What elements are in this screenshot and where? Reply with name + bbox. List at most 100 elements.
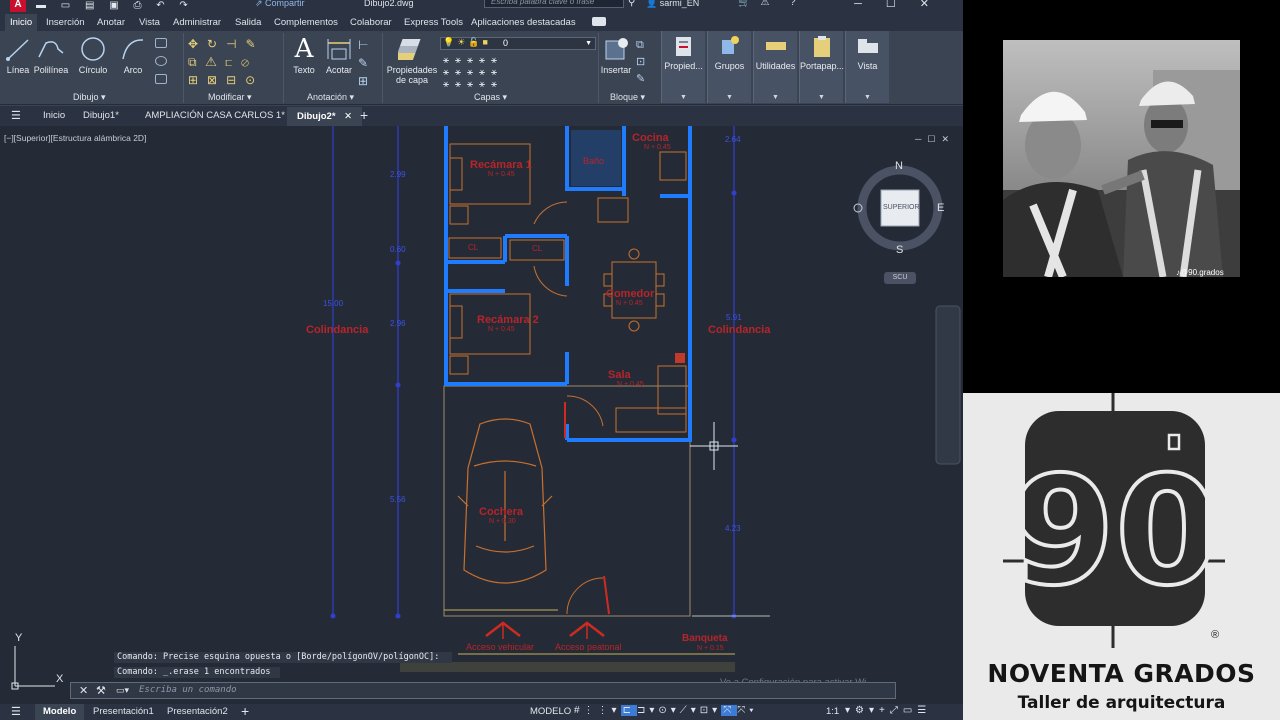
properties-label: Propied... bbox=[664, 61, 703, 71]
command-prompt-icon[interactable]: ▭▾ bbox=[116, 685, 129, 696]
window-controls[interactable]: ─☐✕ bbox=[854, 0, 953, 10]
groups-button[interactable]: Grupos ▼ bbox=[707, 31, 751, 103]
dim-left-3: 2.96 bbox=[390, 319, 406, 328]
ribbon-tab-complementos[interactable]: Complementos bbox=[274, 17, 338, 28]
command-line[interactable]: ✕ ⚒ ▭▾ Escriba un comando bbox=[70, 682, 896, 699]
file-tab-ampliacion[interactable]: AMPLIACIÓN CASA CARLOS 1* bbox=[145, 110, 285, 121]
drafting-toggles[interactable]: #⋮⋮▾ ⊏ ⊐▾⊙▾⟋▾⊡▾ ⤧ ⤧▾ bbox=[574, 705, 757, 716]
tab-presentacion2[interactable]: Presentación2 bbox=[167, 706, 228, 717]
hatch-icon[interactable] bbox=[155, 74, 167, 84]
panel-title-bloque[interactable]: Bloque ▾ bbox=[610, 92, 645, 103]
user-account[interactable]: 👤 sarmi_EN bbox=[646, 0, 699, 9]
ribbon-tab-vista[interactable]: Vista bbox=[139, 17, 160, 28]
text-label: Texto bbox=[293, 65, 315, 75]
viewcube[interactable] bbox=[853, 165, 943, 284]
quick-access-toolbar[interactable]: ▬ ▭ ▤ ▣ ⎙ ↶ ↷ bbox=[36, 0, 194, 11]
social-handle: ♪@90.grados bbox=[1176, 268, 1224, 277]
annotation-scale[interactable]: 1:1 bbox=[826, 706, 839, 717]
ribbon-tab-insercion[interactable]: Inserción bbox=[46, 17, 85, 28]
photo-image bbox=[1003, 40, 1240, 277]
panel-title-modificar[interactable]: Modificar ▾ bbox=[208, 92, 252, 103]
dim-total: 15.00 bbox=[323, 299, 344, 308]
layer-state-icons[interactable]: 💡☀🔓■ bbox=[443, 37, 491, 48]
properties-button[interactable]: Propied... ▼ bbox=[661, 31, 705, 103]
line-tool[interactable]: Línea bbox=[4, 35, 32, 75]
crosshair-cursor bbox=[690, 422, 738, 470]
search-input[interactable]: Escriba palabra clave o frase bbox=[484, 0, 624, 8]
ribbon-tab-express-tools[interactable]: Express Tools bbox=[404, 17, 463, 28]
separator bbox=[283, 33, 284, 103]
capas-title-label: Capas bbox=[474, 92, 501, 102]
model-space-toggle[interactable]: MODELO bbox=[530, 706, 571, 717]
brand-name: NOVENTA GRADOS bbox=[987, 659, 1256, 688]
annotation-small-tools[interactable]: ⊢ ✎ ⊞ bbox=[358, 36, 368, 90]
ribbon-tab-administrar[interactable]: Administrar bbox=[173, 17, 221, 28]
ribbon-tab-anotar[interactable]: Anotar bbox=[97, 17, 125, 28]
search-icon[interactable]: ⚲ bbox=[628, 0, 635, 8]
drawing-canvas[interactable]: [−][Superior][Estructura alámbrica 2D] ─… bbox=[0, 126, 963, 704]
dim-left-4: 5.56 bbox=[390, 495, 406, 504]
command-input[interactable]: Escriba un comando bbox=[139, 685, 237, 695]
viewcube-east[interactable]: E bbox=[937, 202, 944, 214]
ribbon-toggle-icon[interactable] bbox=[592, 17, 606, 26]
rectangle-icon[interactable] bbox=[155, 38, 167, 48]
text-tool[interactable]: A Texto bbox=[290, 35, 318, 75]
utilities-button[interactable]: Utilidades ▼ bbox=[753, 31, 797, 103]
floor-plan bbox=[11, 126, 961, 690]
ucs-menu[interactable]: SCU bbox=[884, 274, 916, 281]
room-name-cochera: Cochera bbox=[479, 506, 524, 518]
arc-tool[interactable]: Arco bbox=[118, 35, 148, 75]
block-small-tools[interactable]: ⧉ ⊡ ✎ bbox=[636, 37, 645, 88]
polyline-tool[interactable]: Polilínea bbox=[33, 35, 69, 75]
dimension-tool[interactable]: Acotar bbox=[323, 35, 355, 75]
wrench-icon[interactable]: ⚒ bbox=[96, 684, 106, 697]
file-tab-dibujo2[interactable]: Dibujo2* ✕ bbox=[287, 107, 363, 126]
ucs-icon bbox=[11, 646, 55, 690]
ribbon-tab-colaborar[interactable]: Colaborar bbox=[350, 17, 392, 28]
file-tab-inicio[interactable]: Inicio bbox=[43, 110, 65, 121]
polyline-label: Polilínea bbox=[33, 65, 69, 75]
clipboard-label: Portapap... bbox=[800, 61, 845, 71]
close-icon[interactable]: ✕ bbox=[79, 684, 88, 697]
label-acceso-vehicular: Acceso vehicular bbox=[466, 642, 535, 652]
insert-tool[interactable]: Insertar bbox=[599, 35, 633, 75]
ribbon-tab-salida[interactable]: Salida bbox=[235, 17, 261, 28]
view-icon bbox=[858, 39, 878, 53]
ucs-y-label: Y bbox=[15, 632, 23, 644]
menu-icon[interactable]: ☰ bbox=[11, 109, 21, 122]
viewcube-north[interactable]: N bbox=[895, 160, 903, 172]
viewcube-south[interactable]: S bbox=[896, 244, 903, 256]
file-tab-dibujo1[interactable]: Dibujo1* bbox=[83, 110, 119, 121]
panel-title-capas[interactable]: Capas ▾ bbox=[474, 92, 507, 103]
panel-title-dibujo[interactable]: Dibujo ▾ bbox=[73, 92, 106, 103]
navigation-bar[interactable] bbox=[935, 305, 961, 465]
room-name-recamara-2: Recámara 2 bbox=[477, 314, 539, 326]
modify-tools[interactable]: ✥↻⊣✎ ⧉⚠⊏⊘ ⊞⊠⊟⊙ bbox=[188, 35, 278, 87]
dibujo-title-label: Dibujo bbox=[73, 92, 99, 102]
line-icon bbox=[6, 39, 29, 61]
tab-modelo[interactable]: Modelo bbox=[35, 704, 85, 720]
share-button[interactable]: ⇗ Compartir bbox=[255, 0, 305, 9]
panel-title-anotacion[interactable]: Anotación ▾ bbox=[307, 92, 354, 103]
clipboard-button[interactable]: Portapap... ▼ bbox=[799, 31, 845, 103]
cart-icon[interactable]: 🛒⚠ bbox=[738, 0, 779, 8]
autocad-logo[interactable]: A bbox=[10, 0, 26, 12]
tab-presentacion1[interactable]: Presentación1 bbox=[93, 706, 154, 717]
layer-tools[interactable]: ⚹⚹⚹⚹⚹ ⚹⚹⚹⚹⚹ ⚹⚹⚹⚹⚹ bbox=[443, 55, 533, 91]
new-tab-plus-icon[interactable]: + bbox=[360, 107, 368, 123]
viewcube-face-label[interactable]: SUPERIOR bbox=[883, 204, 920, 211]
circle-tool[interactable]: Círculo bbox=[76, 35, 110, 75]
ribbon-tabs: Inicio Inserción Anotar Vista Administra… bbox=[0, 14, 963, 31]
layer-properties-tool[interactable]: Propiedades de capa bbox=[386, 35, 438, 85]
chevron-down-icon: ▼ bbox=[818, 94, 825, 101]
view-button[interactable]: Vista ▼ bbox=[845, 31, 889, 103]
add-layout-plus-icon[interactable]: + bbox=[241, 703, 249, 719]
ribbon-tab-aplicaciones[interactable]: Aplicaciones destacadas bbox=[471, 17, 576, 28]
ellipse-icon[interactable] bbox=[155, 56, 167, 66]
ruler-icon bbox=[766, 42, 786, 50]
close-icon[interactable]: ✕ bbox=[344, 111, 352, 122]
status-tools[interactable]: ▾⚙▾+⤢▭☰ bbox=[845, 705, 931, 716]
ribbon-tab-inicio[interactable]: Inicio bbox=[5, 14, 38, 31]
menu-icon[interactable]: ☰ bbox=[11, 705, 21, 718]
help-icon[interactable]: ? bbox=[790, 0, 796, 8]
